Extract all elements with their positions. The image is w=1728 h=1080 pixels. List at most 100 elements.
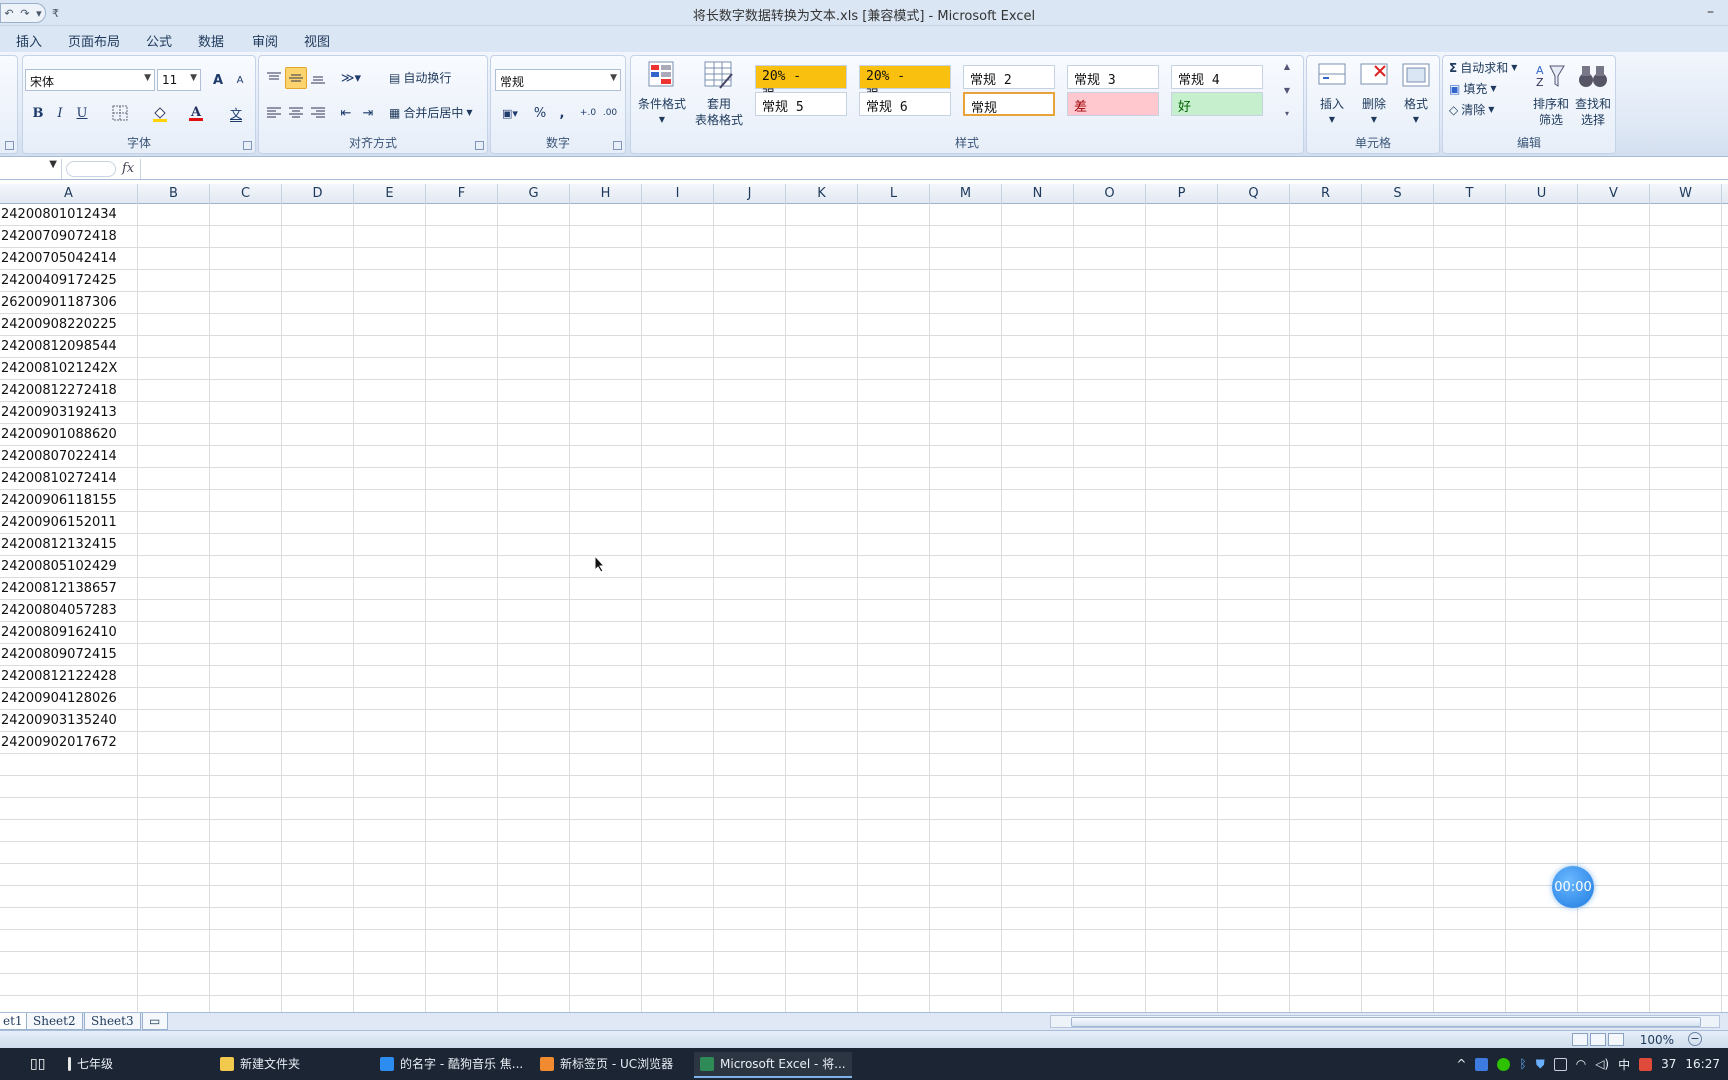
horizontal-scrollbar[interactable] xyxy=(1050,1015,1720,1028)
align-center-button[interactable] xyxy=(285,102,307,124)
column-header-q[interactable]: Q xyxy=(1218,184,1290,204)
grow-font-button[interactable]: A xyxy=(207,69,229,91)
scroll-down-icon[interactable]: ▼ xyxy=(1284,86,1290,95)
tab-view[interactable]: 视图 xyxy=(304,31,330,50)
currency-button[interactable]: ▣▾ xyxy=(495,102,525,124)
format-cells-button[interactable]: 格式 ▼ xyxy=(1393,60,1439,128)
cell-a8[interactable]: 2420081021242X xyxy=(0,358,117,380)
sogou-icon[interactable] xyxy=(1639,1057,1653,1071)
autosum-button[interactable]: Σ 自动求和 ▼ xyxy=(1449,59,1517,76)
gallery-expand-icon[interactable]: ▾ xyxy=(1285,109,1289,118)
cell-a12[interactable]: 24200807022414 xyxy=(0,446,117,468)
clipboard-launcher-icon[interactable] xyxy=(5,141,14,150)
bold-button[interactable]: B xyxy=(27,102,49,124)
cell-a23[interactable]: 24200904128026 xyxy=(0,688,117,710)
italic-button[interactable]: I xyxy=(49,102,71,124)
taskbar-item-grade7[interactable]: 七年级 xyxy=(62,1052,119,1078)
column-header-k[interactable]: K xyxy=(786,184,858,204)
column-header-g[interactable]: G xyxy=(498,184,570,204)
cell-a24[interactable]: 24200903135240 xyxy=(0,710,117,732)
cell-a20[interactable]: 24200809162410 xyxy=(0,622,117,644)
cell-a15[interactable]: 24200906152011 xyxy=(0,512,117,534)
cell-a10[interactable]: 24200903192413 xyxy=(0,402,117,424)
column-header-t[interactable]: T xyxy=(1434,184,1506,204)
decrease-decimal-button[interactable]: .00 xyxy=(599,102,621,124)
sheet-tab-sheet2[interactable]: Sheet2 xyxy=(26,1013,83,1030)
style-cell-normal-4[interactable]: 常规 4 xyxy=(1171,65,1263,89)
task-view-icon[interactable]: ▯▯ xyxy=(30,1056,45,1072)
cell-a9[interactable]: 24200812272418 xyxy=(0,380,117,402)
align-bottom-button[interactable] xyxy=(307,67,329,89)
column-header-b[interactable]: B xyxy=(138,184,210,204)
tab-page-layout[interactable]: 页面布局 xyxy=(68,31,120,50)
column-header-i[interactable]: I xyxy=(642,184,714,204)
increase-indent-button[interactable]: ⇥ xyxy=(357,102,379,124)
style-cell-accent-2[interactable]: 20% - 强... xyxy=(859,65,951,103)
screen-recorder-badge[interactable]: 00:00 xyxy=(1552,866,1594,908)
cell-a16[interactable]: 24200812132415 xyxy=(0,534,117,556)
insert-function-button[interactable]: fx xyxy=(122,161,134,176)
percent-button[interactable]: % xyxy=(529,102,551,124)
clear-button[interactable]: ◇ 清除 ▼ xyxy=(1449,101,1494,118)
cell-a21[interactable]: 24200809072415 xyxy=(0,644,117,666)
clock[interactable]: 16:27 xyxy=(1685,1057,1720,1071)
page-break-view-icon[interactable] xyxy=(1608,1033,1624,1046)
fill-color-button[interactable] xyxy=(145,102,175,124)
font-color-button[interactable]: A xyxy=(181,102,211,124)
column-header-m[interactable]: M xyxy=(930,184,1002,204)
borders-button[interactable] xyxy=(105,102,135,124)
taskbar-item-uc-browser[interactable]: 新标签页 - UC浏览器 xyxy=(534,1052,679,1078)
style-cell-normal[interactable]: 常规 xyxy=(963,92,1055,116)
ime-indicator[interactable]: 中 xyxy=(1618,1056,1630,1073)
shrink-font-button[interactable]: A xyxy=(229,69,251,91)
cell-a13[interactable]: 24200810272414 xyxy=(0,468,117,490)
cell-a6[interactable]: 24200908220225 xyxy=(0,314,117,336)
cell-a11[interactable]: 24200901088620 xyxy=(0,424,117,446)
column-header-v[interactable]: V xyxy=(1578,184,1650,204)
font-launcher-icon[interactable] xyxy=(243,141,252,150)
style-cell-normal-3[interactable]: 常规 3 xyxy=(1067,65,1159,89)
column-header-d[interactable]: D xyxy=(282,184,354,204)
phonetic-button[interactable]: 文 xyxy=(221,102,251,124)
tab-insert[interactable]: 插入 xyxy=(16,31,42,50)
sheet-tab-sheet3[interactable]: Sheet3 xyxy=(84,1013,141,1030)
cell-a7[interactable]: 24200812098544 xyxy=(0,336,117,358)
style-cell-good[interactable]: 好 xyxy=(1171,92,1263,116)
column-header-f[interactable]: F xyxy=(426,184,498,204)
fill-button[interactable]: ▣ 填充 ▼ xyxy=(1449,80,1497,97)
underline-button[interactable]: U xyxy=(71,102,93,124)
page-layout-view-icon[interactable] xyxy=(1590,1033,1606,1046)
tab-data[interactable]: 数据 xyxy=(198,31,224,50)
column-header-j[interactable]: J xyxy=(714,184,786,204)
wechat-icon[interactable] xyxy=(1497,1057,1511,1071)
number-launcher-icon[interactable] xyxy=(613,141,622,150)
cell-a18[interactable]: 24200812138657 xyxy=(0,578,117,600)
style-cell-bad[interactable]: 差 xyxy=(1067,92,1159,116)
conditional-format-button[interactable]: 条件格式 ▼ xyxy=(635,60,689,128)
cell-a25[interactable]: 24200902017672 xyxy=(0,732,117,754)
style-cell-normal-2[interactable]: 常规 2 xyxy=(963,65,1055,89)
tab-formulas[interactable]: 公式 xyxy=(146,31,172,50)
orientation-button[interactable]: ≫▾ xyxy=(335,67,367,89)
shield-icon[interactable]: ⛊ xyxy=(1536,1057,1545,1072)
insert-cells-button[interactable]: 插入 ▼ xyxy=(1309,60,1355,128)
align-left-button[interactable] xyxy=(263,102,285,124)
name-box[interactable]: ▼ xyxy=(0,159,62,179)
format-as-table-button[interactable]: 套用 表格格式 xyxy=(689,60,749,128)
cell-a1[interactable]: 24200801012434 xyxy=(0,204,117,226)
style-cell-normal-6[interactable]: 常规 6 xyxy=(859,92,951,116)
column-header-s[interactable]: S xyxy=(1362,184,1434,204)
number-format-select[interactable]: 常规 ▼ xyxy=(495,69,621,91)
insert-sheet-button[interactable]: ▭ xyxy=(142,1013,168,1030)
align-top-button[interactable] xyxy=(263,67,285,89)
column-header-h[interactable]: H xyxy=(570,184,642,204)
align-middle-button[interactable] xyxy=(285,67,307,89)
normal-view-icon[interactable] xyxy=(1572,1033,1588,1046)
taskbar-item-excel[interactable]: Microsoft Excel - 将... xyxy=(694,1052,852,1078)
formula-input[interactable] xyxy=(140,159,1728,179)
column-header-r[interactable]: R xyxy=(1290,184,1362,204)
font-size-select[interactable]: 11 ▼ xyxy=(157,69,201,91)
find-select-button[interactable]: 查找和 选择 xyxy=(1571,60,1615,128)
column-header-u[interactable]: U xyxy=(1506,184,1578,204)
worksheet[interactable]: ABCDEFGHIJKLMNOPQRSTUVW 24200801012434 24… xyxy=(0,184,1728,1012)
